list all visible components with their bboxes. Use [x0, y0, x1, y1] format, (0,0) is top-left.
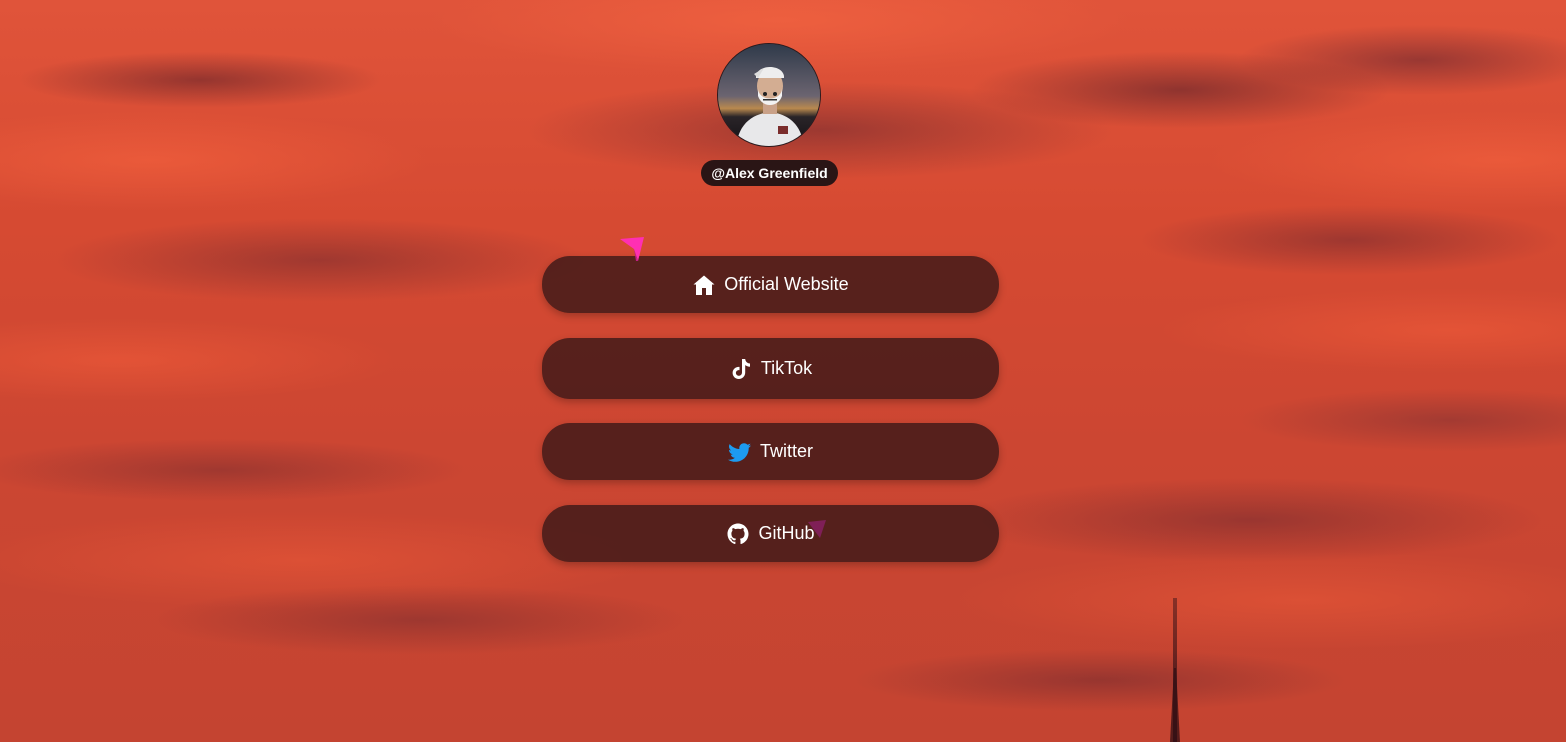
profile-handle: @Alex Greenfield: [701, 160, 838, 186]
link-label: Twitter: [759, 441, 813, 461]
mouse-cursor-icon: [620, 237, 644, 261]
avatar-photo: [718, 44, 820, 146]
profile-avatar: [717, 43, 821, 147]
link-label: TikTok: [760, 358, 813, 378]
link-twitter[interactable]: Twitter: [542, 423, 999, 480]
github-icon: [726, 522, 750, 546]
link-official-website[interactable]: Official Website: [542, 256, 999, 313]
link-label: Official Website: [724, 274, 849, 294]
twitter-icon: [727, 440, 752, 464]
antenna-silhouette: [1173, 598, 1177, 742]
link-github[interactable]: GitHub: [542, 505, 999, 562]
home-icon: [692, 273, 716, 297]
tiktok-icon: [729, 357, 753, 381]
cursor-trail-icon: [808, 520, 826, 538]
link-tiktok[interactable]: TikTok: [542, 338, 999, 399]
